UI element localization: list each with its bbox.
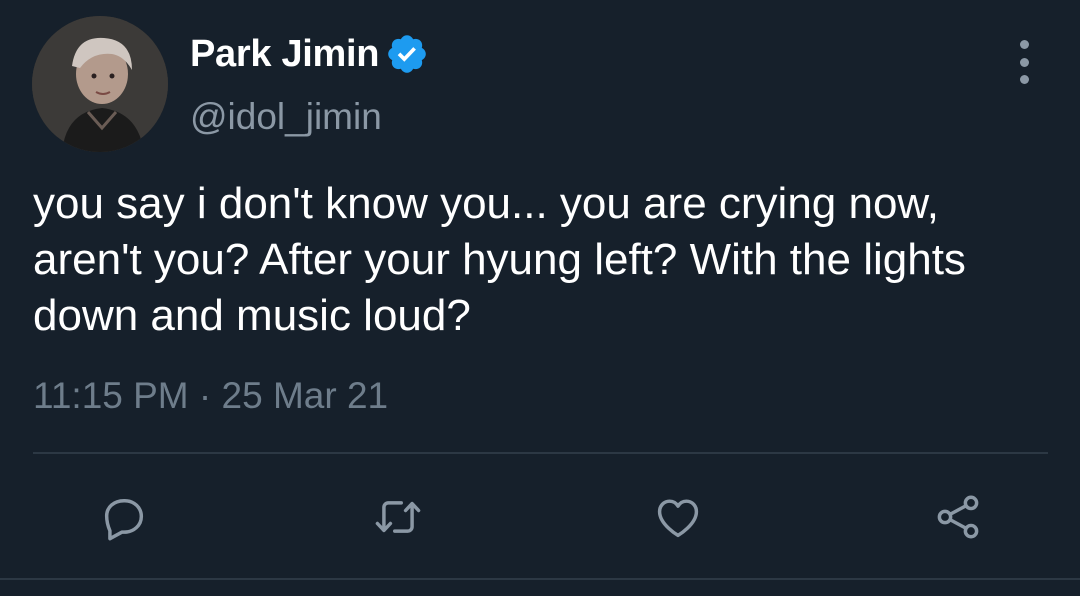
avatar[interactable] [32, 16, 168, 152]
verified-badge-icon [388, 35, 427, 73]
reply-icon [104, 499, 144, 541]
display-name[interactable]: Park Jimin [190, 33, 380, 76]
tweet-text: you say i don't know you... you are cryi… [33, 179, 966, 340]
like-icon [657, 499, 699, 538]
share-icon [937, 495, 979, 539]
bottom-divider [0, 578, 1080, 580]
divider [33, 452, 1048, 454]
name-row: Park Jimin [190, 32, 429, 76]
tweet-detail: Park Jimin @idol_jimin you say i don't k… [0, 0, 1080, 596]
handle[interactable]: @idol_jimin [190, 96, 382, 138]
like-button[interactable] [652, 491, 704, 543]
reply-button[interactable] [98, 491, 150, 543]
tweet-timestamp[interactable]: 11:15 PM · 25 Mar 21 [33, 375, 388, 417]
share-button[interactable] [932, 491, 984, 543]
more-options-icon[interactable] [1008, 40, 1040, 84]
retweet-icon [375, 501, 421, 533]
retweet-button[interactable] [372, 491, 424, 543]
